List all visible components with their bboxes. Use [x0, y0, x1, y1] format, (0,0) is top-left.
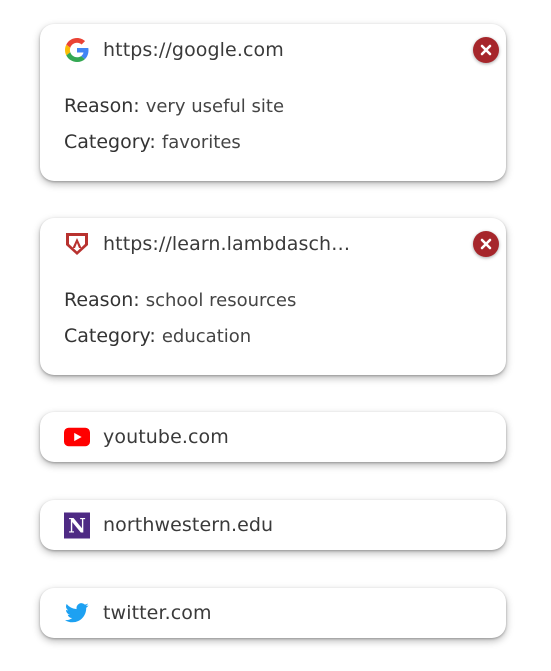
- close-icon: [480, 41, 492, 60]
- lambda-school-icon: [64, 231, 90, 257]
- category-label: Category:: [64, 131, 156, 153]
- reason-value: school resources: [145, 290, 297, 311]
- bookmark-card-youtube[interactable]: youtube.com: [40, 412, 506, 462]
- bookmark-url[interactable]: youtube.com: [103, 426, 229, 448]
- reason-label: Reason:: [64, 289, 140, 311]
- svg-text:N: N: [68, 514, 86, 537]
- google-g-icon: [64, 37, 90, 63]
- bookmark-url[interactable]: northwestern.edu: [103, 514, 273, 536]
- bookmark-url[interactable]: https://learn.lambdaschool.com: [103, 233, 361, 255]
- category-value: education: [161, 326, 252, 347]
- bookmark-header: youtube.com: [64, 412, 229, 462]
- category-value: favorites: [161, 132, 241, 153]
- bookmark-card-lambda[interactable]: https://learn.lambdaschool.com Reason: s…: [40, 218, 506, 375]
- northwestern-n-icon: N: [64, 512, 90, 538]
- bookmark-header: https://google.com: [64, 24, 284, 76]
- bookmark-header: https://learn.lambdaschool.com: [64, 218, 361, 270]
- reason-row: Reason: very useful site: [64, 95, 284, 117]
- category-label: Category:: [64, 325, 156, 347]
- bookmark-header: twitter.com: [64, 588, 212, 638]
- category-row: Category: education: [64, 325, 251, 347]
- category-row: Category: favorites: [64, 131, 241, 153]
- delete-button[interactable]: [473, 231, 499, 257]
- bookmark-card-northwestern[interactable]: N northwestern.edu: [40, 500, 506, 550]
- bookmark-url[interactable]: twitter.com: [103, 602, 212, 624]
- delete-button[interactable]: [473, 37, 499, 63]
- youtube-icon: [64, 424, 90, 450]
- twitter-bird-icon: [64, 600, 90, 626]
- bookmark-url[interactable]: https://google.com: [103, 39, 284, 61]
- reason-row: Reason: school resources: [64, 289, 296, 311]
- reason-label: Reason:: [64, 95, 140, 117]
- reason-value: very useful site: [145, 96, 285, 117]
- bookmark-card-twitter[interactable]: twitter.com: [40, 588, 506, 638]
- close-icon: [480, 235, 492, 254]
- bookmark-header: N northwestern.edu: [64, 500, 273, 550]
- bookmark-card-google[interactable]: https://google.com Reason: very useful s…: [40, 24, 506, 181]
